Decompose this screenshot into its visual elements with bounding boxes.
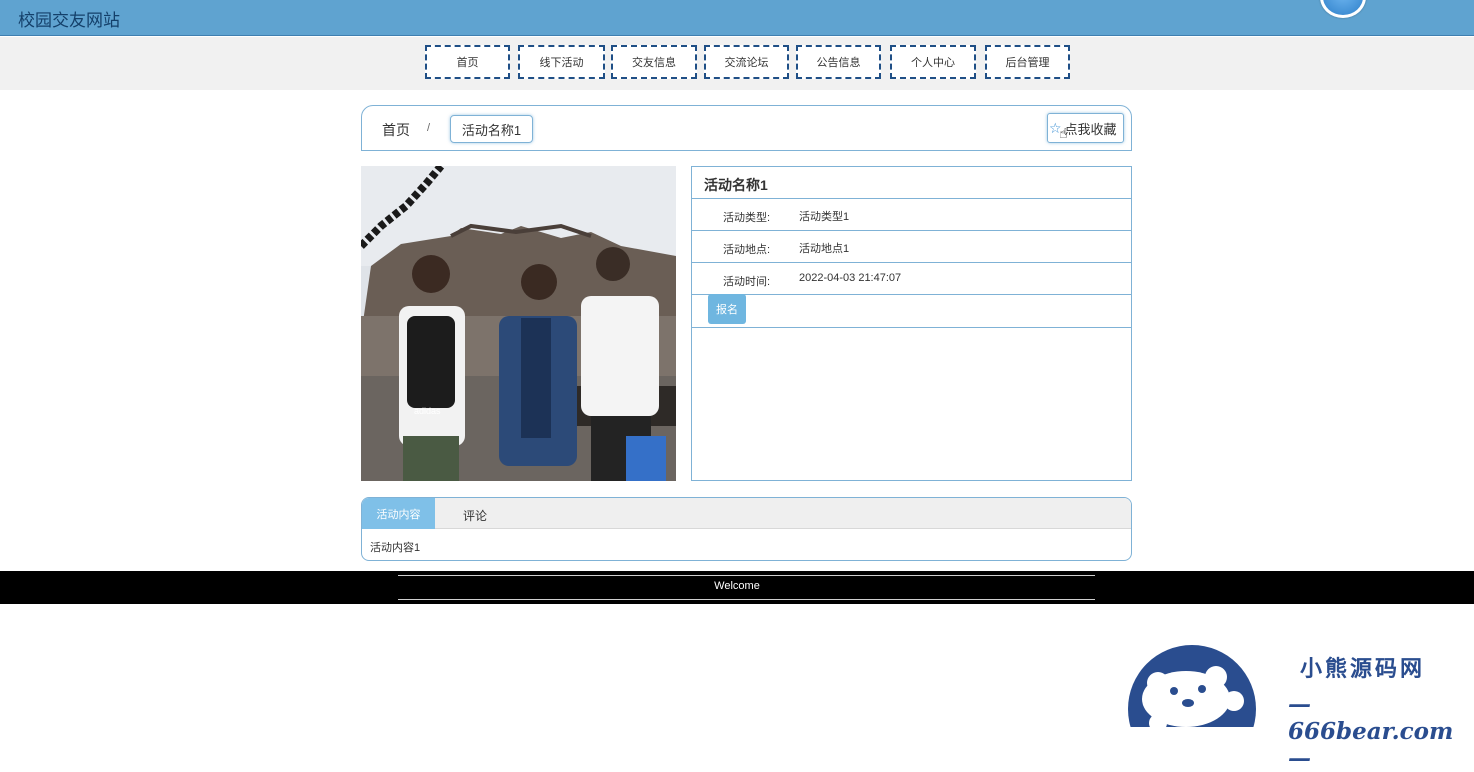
- favorite-button[interactable]: ☆ 点我收藏 ☝: [1047, 113, 1124, 143]
- field-label: 活动时间:: [723, 276, 771, 288]
- top-header: 校园交友网站: [0, 0, 1474, 36]
- content-tabs: 活动内容 评论 活动内容1: [361, 497, 1132, 561]
- nav-item-admin[interactable]: 后台管理: [985, 45, 1070, 79]
- info-row-type: 活动类型: 活动类型1: [692, 199, 1131, 231]
- hand-cursor-icon: ☝: [1059, 125, 1068, 141]
- tab-activity-content[interactable]: 活动内容: [362, 498, 435, 529]
- bear-logo-icon: [1128, 645, 1256, 727]
- favorite-label: 点我收藏: [1064, 121, 1117, 137]
- divider: [692, 327, 1131, 328]
- field-value: 活动类型1: [799, 211, 850, 223]
- watermark-url: —666bear.com—: [1288, 691, 1454, 772]
- user-avatar[interactable]: [1320, 0, 1366, 18]
- breadcrumb-separator: /: [427, 122, 431, 134]
- breadcrumb-current: 活动名称1: [450, 115, 533, 143]
- info-row-time: 活动时间: 2022-04-03 21:47:07: [692, 263, 1131, 295]
- watermark-name: 小熊源码网: [1300, 656, 1426, 682]
- nav-item-personal-center[interactable]: 个人中心: [890, 45, 976, 79]
- info-row-location: 活动地点: 活动地点1: [692, 231, 1131, 263]
- footer-text: Welcome: [714, 580, 760, 592]
- tab-comments[interactable]: 评论: [463, 507, 487, 524]
- field-value: 2022-04-03 21:47:07: [799, 272, 902, 284]
- tab-content: 活动内容1: [370, 542, 421, 554]
- svg-text:adidas: adidas: [414, 406, 441, 416]
- breadcrumb: 首页 / 活动名称1 ☆ 点我收藏 ☝: [361, 105, 1132, 151]
- activity-title: 活动名称1: [692, 167, 1131, 199]
- field-label: 活动地点:: [723, 244, 771, 256]
- activity-photo: adidas: [361, 166, 676, 481]
- site-title[interactable]: 校园交友网站: [18, 6, 120, 31]
- footer: Welcome: [0, 571, 1474, 604]
- field-value: 活动地点1: [799, 243, 850, 255]
- watermark: 激活 Windows 小熊源码网 —666bear.com—: [1128, 643, 1468, 772]
- divider: [398, 575, 1095, 576]
- field-label: 活动类型:: [723, 212, 771, 224]
- divider: [398, 599, 1095, 600]
- signup-button[interactable]: 报名: [708, 294, 746, 324]
- nav-item-forum[interactable]: 交流论坛: [704, 45, 789, 79]
- nav-item-home[interactable]: 首页: [425, 45, 510, 79]
- main-nav: 首页 线下活动 交友信息 交流论坛 公告信息 个人中心 后台管理: [0, 37, 1474, 90]
- breadcrumb-home[interactable]: 首页: [382, 120, 410, 140]
- nav-item-announcements[interactable]: 公告信息: [796, 45, 881, 79]
- nav-item-offline-activities[interactable]: 线下活动: [518, 45, 605, 79]
- activity-info-panel: 活动名称1 活动类型: 活动类型1 活动地点: 活动地点1 活动时间: 2022…: [691, 166, 1132, 481]
- nav-item-dating-info[interactable]: 交友信息: [611, 45, 697, 79]
- tabs-header: 活动内容 评论: [362, 498, 1131, 529]
